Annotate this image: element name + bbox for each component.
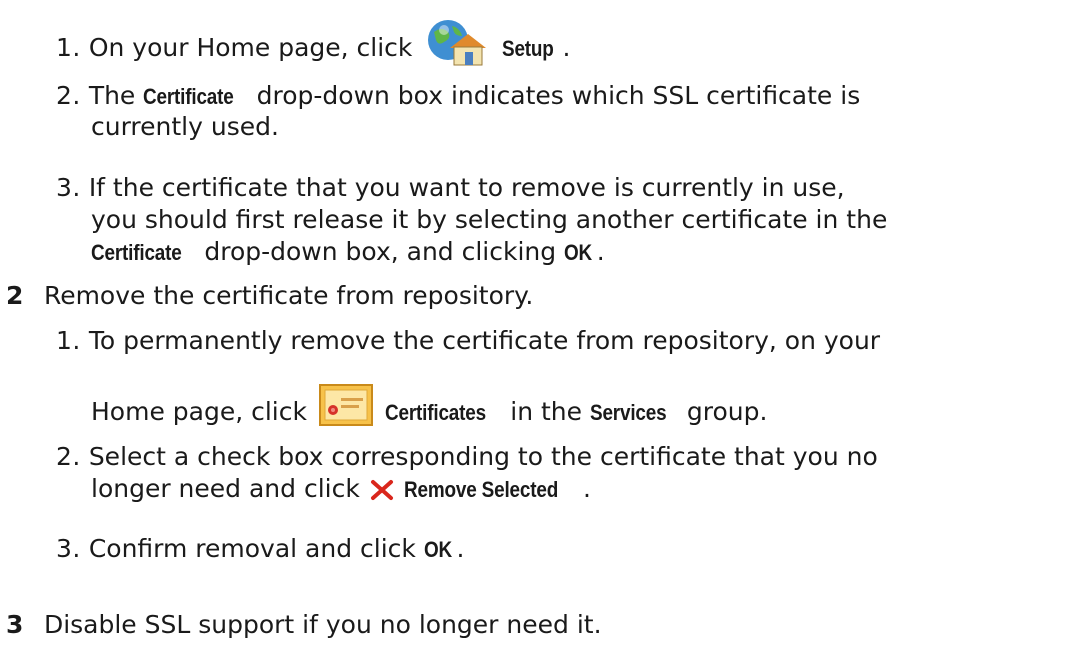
ok-label: OK <box>423 537 452 562</box>
certificates-label: Certificates <box>384 400 486 425</box>
step1-item3-line2: you should first release it by selecting… <box>91 205 888 234</box>
item-number: 3. <box>56 173 81 202</box>
item-number: 1. <box>56 33 81 62</box>
certificate-icon <box>318 384 373 432</box>
step2-heading: 2 Remove the certificate from repository… <box>6 279 533 312</box>
item-text: drop-down box indicates which SSL certif… <box>256 81 861 110</box>
item-number: 1. <box>56 326 81 355</box>
item-text-pre: Home page, click <box>91 397 307 426</box>
item-text: in the <box>510 397 583 426</box>
step2-item1: 1. To permanently remove the certificate… <box>56 324 880 357</box>
home-globe-icon <box>424 18 490 68</box>
period: . <box>562 33 571 62</box>
item-text: drop-down box, and clicking <box>204 237 557 266</box>
item-text: On your Home page, click <box>88 33 413 62</box>
services-label: Services <box>589 400 667 425</box>
step2-item2: 2. Select a check box corresponding to t… <box>56 440 878 473</box>
item-number: 2. <box>56 81 81 110</box>
item-text-end: group. <box>686 397 768 426</box>
item-text: Confirm removal and click <box>88 534 416 563</box>
step-title: Remove the certificate from repository. <box>43 281 534 310</box>
certificate-label: Certificate <box>91 240 182 265</box>
setup-label: Setup <box>502 36 555 61</box>
item-text-pre: The <box>88 81 136 110</box>
step-title: Disable SSL support if you no longer nee… <box>43 610 602 639</box>
item-number: 3. <box>56 534 81 563</box>
step1-item3-line3: Certificate drop-down box, and clicking … <box>91 235 605 269</box>
remove-selected-label: Remove Selected <box>403 477 558 502</box>
certificate-label: Certificate <box>143 84 234 109</box>
step1-item1: 1. On your Home page, click Setup. <box>56 18 570 68</box>
step2-item1-line2: Home page, click Certificates in the Ser… <box>91 384 767 432</box>
step-number: 3 <box>6 610 24 639</box>
item-text: To permanently remove the certificate fr… <box>88 326 881 355</box>
item-text: If the certificate that you want to remo… <box>88 173 845 202</box>
step1-item2: 2. The Certificate drop-down box indicat… <box>56 79 860 113</box>
step1-item3: 3. If the certificate that you want to r… <box>56 171 845 204</box>
ok-label: OK <box>564 240 593 265</box>
step2-item3: 3. Confirm removal and click OK. <box>56 532 464 566</box>
period: . <box>456 534 465 563</box>
step2-item2-line2: longer need and click Remove Selected. <box>91 472 591 509</box>
item-text: Select a check box corresponding to the … <box>88 442 878 471</box>
step3-heading: 3 Disable SSL support if you no longer n… <box>6 608 602 641</box>
item-number: 2. <box>56 442 81 471</box>
step-number: 2 <box>6 281 24 310</box>
period: . <box>582 474 591 503</box>
period: . <box>596 237 605 266</box>
item-text-pre: longer need and click <box>91 474 360 503</box>
step1-item2-line2: currently used. <box>91 112 279 141</box>
remove-x-icon <box>370 476 394 509</box>
